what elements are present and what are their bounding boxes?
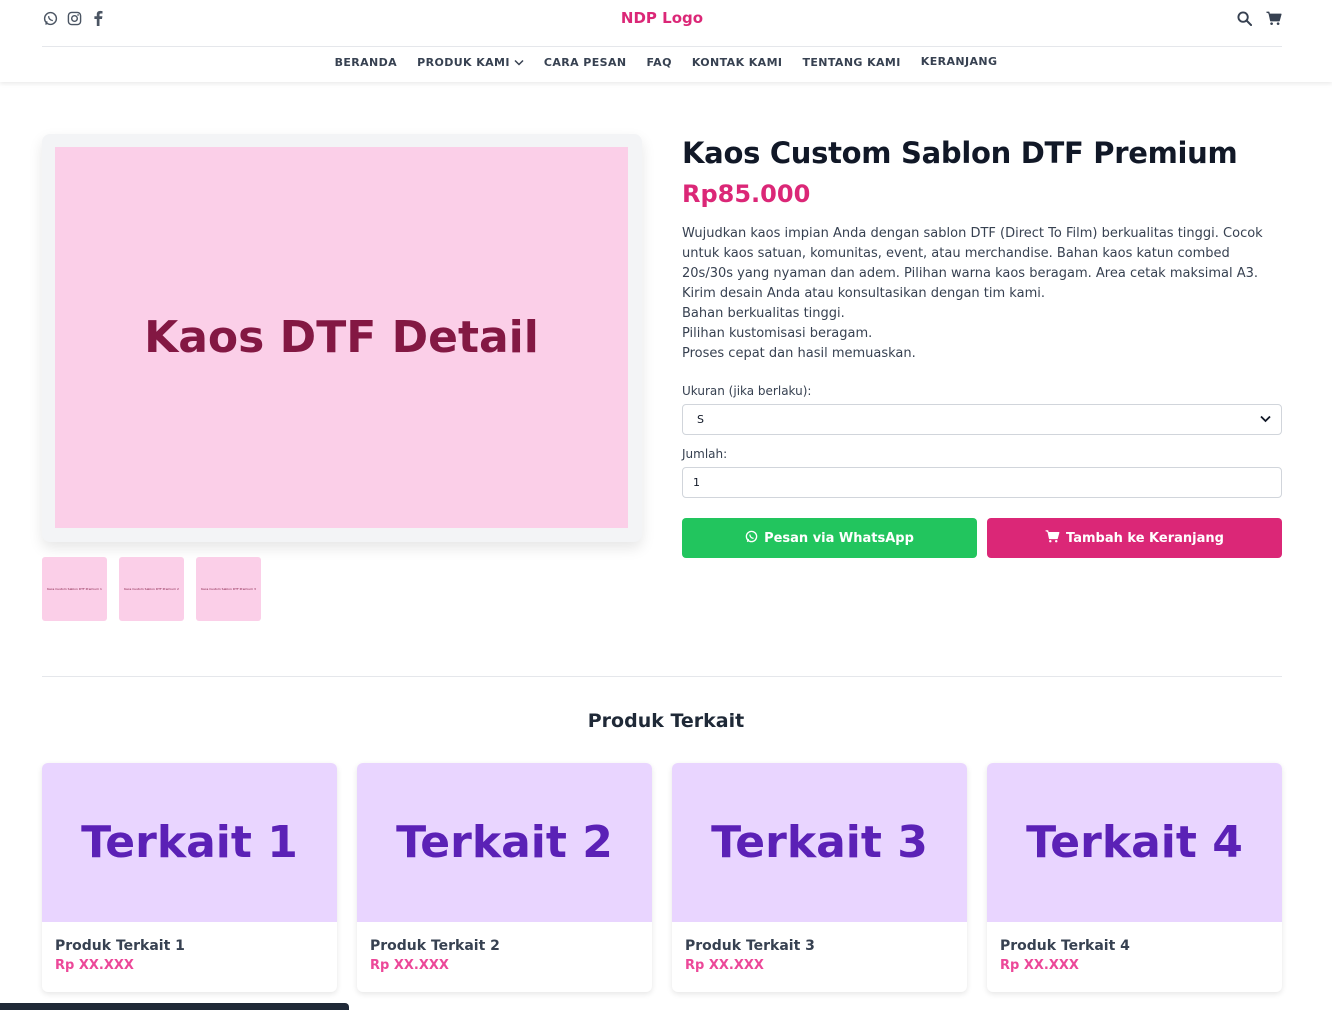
nav-item-label: PRODUK KAMI [417,56,510,69]
chevron-down-icon [1260,413,1271,426]
quantity-input[interactable]: 1 [682,467,1282,498]
nav-item-label: BERANDA [334,56,398,69]
product-info: Kaos Custom Sablon DTF Premium Rp85.000 … [682,136,1282,558]
nav-item-label: KONTAK KAMI [691,56,783,69]
nav-item-beranda[interactable]: BERANDA [335,56,398,69]
site-header: NDP Logo BERANDA PRODUK KAMI CARA PESAN … [0,0,1332,82]
bottom-scrollbar[interactable] [0,1003,349,1010]
product-main-image[interactable]: Kaos DTF Detail [55,147,628,528]
related-product-image: Terkait 4 [987,763,1282,922]
product-thumbnail[interactable]: Kaos Custom Sablon DTF Premium 2 [119,557,184,621]
header-actions [1236,10,1282,26]
related-product-card[interactable]: Terkait 3 Produk Terkait 3 Rp XX.XXX [672,763,967,992]
nav-item-label: TENTANG KAMI [802,56,901,69]
thumbnail-text: Kaos Custom Sablon DTF Premium 3 [201,587,256,591]
top-bar: NDP Logo [42,0,1282,47]
related-product-name: Produk Terkait 1 [55,938,185,954]
add-to-cart-label: Tambah ke Keranjang [1066,530,1224,546]
related-product-image: Terkait 3 [672,763,967,922]
chevron-down-icon [514,56,524,69]
size-select-value: S [697,413,704,426]
cart-icon[interactable] [1266,10,1282,26]
whatsapp-order-button[interactable]: Pesan via WhatsApp [682,518,977,558]
thumbnail-text: Kaos Custom Sablon DTF Premium 2 [124,587,179,591]
description-line: Proses cepat dan hasil memuaskan. [682,346,916,361]
description-paragraph: Wujudkan kaos impian Anda dengan sablon … [682,226,1263,301]
related-product-price: Rp XX.XXX [370,958,449,973]
add-to-cart-button[interactable]: Tambah ke Keranjang [987,518,1282,558]
nav-item-label: KERANJANG [920,55,998,68]
related-product-name: Produk Terkait 4 [1000,938,1130,954]
related-product-card[interactable]: Terkait 2 Produk Terkait 2 Rp XX.XXX [357,763,652,992]
size-select[interactable]: S [682,404,1282,435]
product-thumbnail[interactable]: Kaos Custom Sablon DTF Premium 3 [196,557,261,621]
whatsapp-order-label: Pesan via WhatsApp [764,530,914,546]
site-logo[interactable]: NDP Logo [42,9,1282,27]
description-line: Bahan berkualitas tinggi. [682,306,845,321]
description-line: Pilihan kustomisasi beragam. [682,326,873,341]
product-image-text: Kaos DTF Detail [144,312,539,363]
cart-icon [1045,529,1060,547]
nav-item-faq[interactable]: FAQ [647,56,672,69]
related-product-image: Terkait 2 [357,763,652,922]
related-image-text: Terkait 4 [1026,817,1243,868]
related-product-price: Rp XX.XXX [55,958,134,973]
related-products-title: Produk Terkait [587,710,745,732]
related-product-image: Terkait 1 [42,763,337,922]
product-title: Kaos Custom Sablon DTF Premium [682,136,1238,170]
nav-item-produk-kami[interactable]: PRODUK KAMI [417,56,524,69]
related-product-price: Rp XX.XXX [685,958,764,973]
related-image-text: Terkait 1 [81,817,298,868]
thumbnail-text: Kaos Custom Sablon DTF Premium 1 [47,587,102,591]
section-divider [42,676,1282,677]
related-product-card[interactable]: Terkait 4 Produk Terkait 4 Rp XX.XXX [987,763,1282,992]
nav-item-label: FAQ [646,56,672,69]
quantity-label: Jumlah: [682,447,728,461]
nav-item-cara-pesan[interactable]: CARA PESAN [544,56,627,69]
product-thumbnails: Kaos Custom Sablon DTF Premium 1 Kaos Cu… [42,557,261,621]
related-products-grid: Terkait 1 Produk Terkait 1 Rp XX.XXX Ter… [42,763,1282,992]
product-thumbnail[interactable]: Kaos Custom Sablon DTF Premium 1 [42,557,107,621]
nav-item-tentang-kami[interactable]: TENTANG KAMI [802,56,900,69]
related-product-name: Produk Terkait 2 [370,938,500,954]
nav-item-keranjang[interactable]: KERANJANG [921,54,998,69]
product-description: Wujudkan kaos impian Anda dengan sablon … [682,224,1282,364]
main-nav: BERANDA PRODUK KAMI CARA PESAN FAQ KONTA… [0,54,1332,69]
nav-item-label: CARA PESAN [543,56,627,69]
product-image-card: Kaos DTF Detail [42,134,642,542]
related-image-text: Terkait 3 [711,817,928,868]
nav-item-kontak-kami[interactable]: KONTAK KAMI [692,56,783,69]
search-icon[interactable] [1236,10,1252,26]
related-image-text: Terkait 2 [396,817,613,868]
related-product-price: Rp XX.XXX [1000,958,1079,973]
related-product-name: Produk Terkait 3 [685,938,815,954]
product-price: Rp85.000 [682,180,811,208]
quantity-value: 1 [693,476,700,489]
action-buttons: Pesan via WhatsApp Tambah ke Keranjang [682,518,1282,558]
size-label: Ukuran (jika berlaku): [682,384,812,398]
related-product-card[interactable]: Terkait 1 Produk Terkait 1 Rp XX.XXX [42,763,337,992]
whatsapp-icon [745,530,758,547]
